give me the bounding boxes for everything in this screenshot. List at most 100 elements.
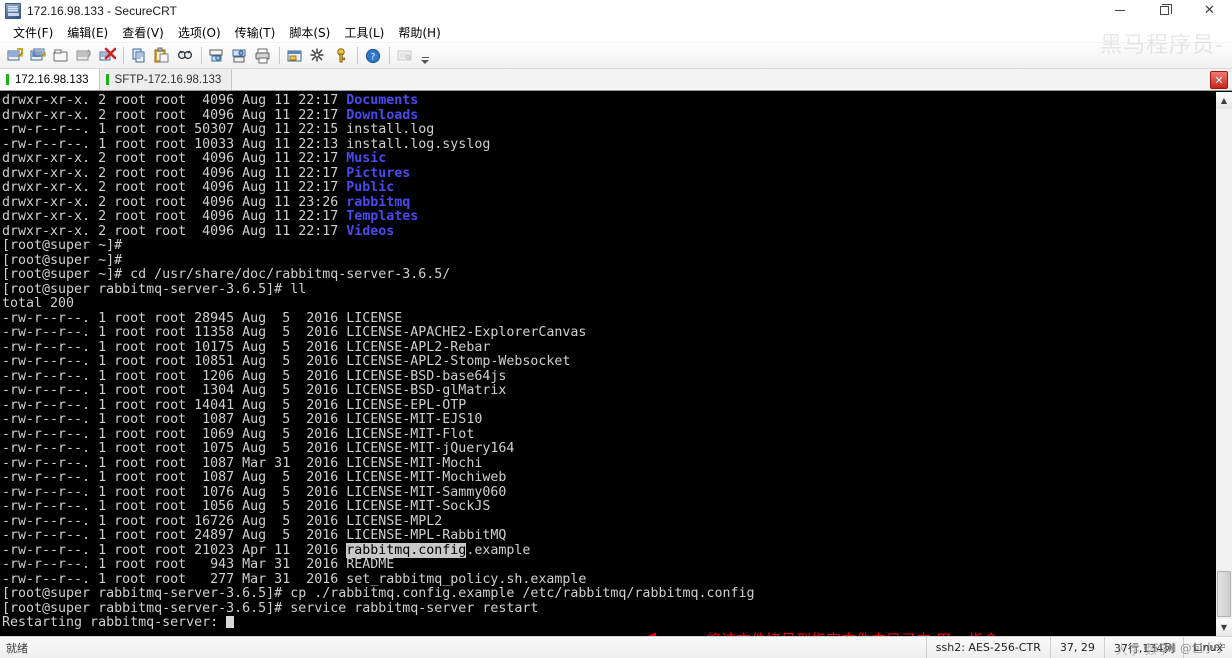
menu-help[interactable]: 帮助(H) [391, 22, 447, 43]
title-bar: 172.16.98.133 - SecureCRT ✕ [0, 0, 1232, 22]
terminal-text: -rw-r--r--. 1 root root 21023 Apr 11 201… [2, 542, 347, 558]
toolbar-overflow-button[interactable] [419, 45, 431, 67]
tab-label: 172.16.98.133 [15, 73, 89, 86]
menu-script[interactable]: 脚本(S) [282, 22, 337, 43]
terminal-line: drwxr-xr-x. 2 root root 4096 Aug 11 22:1… [2, 165, 1215, 182]
session-options-icon[interactable] [284, 45, 306, 67]
toolbar-separator [357, 47, 358, 64]
toolbar-separator [201, 47, 202, 64]
tab-close-button[interactable]: ✕ [1210, 71, 1228, 89]
terminal-text: drwxr-xr-x. 2 root root 4096 Aug 11 22:1… [2, 93, 347, 108]
new-session-icon[interactable] [4, 45, 26, 67]
help-icon[interactable]: ? [362, 45, 384, 67]
terminal-text: drwxr-xr-x. 2 root root 4096 Aug 11 22:1… [2, 180, 347, 195]
terminal-area: drwxr-xr-x. 2 root root 4096 Aug 11 22:1… [0, 91, 1232, 636]
tab-status-indicator-icon [105, 74, 109, 85]
terminal-line: drwxr-xr-x. 2 root root 4096 Aug 11 22:1… [2, 93, 1215, 109]
menu-file[interactable]: 文件(F) [6, 22, 60, 43]
find-icon[interactable] [174, 45, 196, 67]
terminal-line: -rw-r--r--. 1 root root 1069 Aug 5 2016 … [2, 427, 1215, 443]
menu-options[interactable]: 选项(O) [171, 22, 228, 43]
terminal-text: drwxr-xr-x. 2 root root 4096 Aug 11 22:1… [2, 223, 347, 239]
terminal-text: -rw-r--r--. 1 root root 1076 Aug 5 2016 … [2, 484, 507, 500]
terminal-line: [root@super rabbitmq-server-3.6.5]# serv… [2, 600, 1215, 617]
securecrt-window: 172.16.98.133 - SecureCRT ✕ 文件(F) 编辑(E) … [0, 0, 1232, 658]
menu-edit[interactable]: 编辑(E) [60, 22, 115, 43]
terminal-text: -rw-r--r--. 1 root root 10175 Aug 5 2016… [2, 339, 491, 355]
terminal-text: [root@super ~]# [2, 252, 123, 268]
terminal-line: -rw-r--r--. 1 root root 1087 Mar 31 2016… [2, 456, 1215, 472]
clone-session-icon[interactable] [27, 45, 49, 67]
print-screen-icon[interactable] [206, 45, 228, 67]
copy-icon[interactable] [128, 45, 150, 67]
terminal-line: -rw-r--r--. 1 root root 10033 Aug 11 22:… [2, 136, 1215, 153]
terminal-scrollbar[interactable]: ▲ ▼ [1215, 92, 1232, 636]
tab-label: SFTP-172.16.98.133 [114, 73, 222, 86]
status-bar: 就绪 ssh2: AES-256-CTR 37, 29 37行,134列 Lin… [0, 636, 1232, 658]
menu-transfer[interactable]: 传输(T) [228, 22, 283, 43]
window-controls: ✕ [1097, 0, 1232, 22]
terminal-text: -rw-r--r--. 1 root root 50307 Aug 11 22:… [2, 122, 435, 137]
terminal-text: -rw-r--r--. 1 root root 14041 Aug 5 2016… [2, 397, 467, 413]
menu-tools[interactable]: 工具(L) [337, 22, 391, 43]
key-icon[interactable] [330, 45, 352, 67]
terminal-text: -rw-r--r--. 1 root root 277 Mar 31 2016 … [2, 571, 587, 587]
terminal-line: drwxr-xr-x. 2 root root 4096 Aug 11 22:1… [2, 223, 1215, 240]
terminal-output[interactable]: drwxr-xr-x. 2 root root 4096 Aug 11 22:1… [0, 92, 1215, 636]
terminal-line: -rw-r--r--. 1 root root 11358 Aug 5 2016… [2, 325, 1215, 341]
maximize-button[interactable] [1142, 0, 1187, 22]
minimize-button[interactable] [1097, 0, 1142, 22]
terminal-text: -rw-r--r--. 1 root root 10033 Aug 11 22:… [2, 136, 491, 152]
scroll-up-button[interactable]: ▲ [1216, 92, 1232, 109]
terminal-text: drwxr-xr-x. 2 root root 4096 Aug 11 23:2… [2, 194, 347, 210]
terminal-text: -rw-r--r--. 1 root root 24897 Aug 5 2016… [2, 528, 507, 543]
terminal-text: -rw-r--r--. 1 root root 1056 Aug 5 2016 … [2, 499, 491, 514]
status-ready-label: 就绪 [6, 641, 28, 655]
disconnect-icon[interactable] [96, 45, 118, 67]
tab-close-icon: ✕ [1214, 73, 1224, 87]
terminal-text: drwxr-xr-x. 2 root root 4096 Aug 11 22:1… [2, 209, 347, 224]
terminal-cursor [226, 616, 235, 628]
reconnect-icon[interactable] [73, 45, 95, 67]
terminal-directory-name: Videos [346, 223, 395, 239]
terminal-line: drwxr-xr-x. 2 root root 4096 Aug 11 22:1… [2, 151, 1215, 167]
scrollbar-track[interactable] [1216, 109, 1232, 619]
terminal-line: drwxr-xr-x. 2 root root 4096 Aug 11 23:2… [2, 194, 1215, 211]
window-title: 172.16.98.133 - SecureCRT [27, 3, 177, 18]
securecrt-app-icon [5, 2, 21, 19]
terminal-line: [root@super ~]# [2, 238, 1215, 254]
menu-view[interactable]: 查看(V) [115, 22, 171, 43]
scrollbar-thumb[interactable] [1217, 571, 1231, 617]
terminal-line: -rw-r--r--. 1 root root 14041 Aug 5 2016… [2, 397, 1215, 414]
terminal-line: -rw-r--r--. 1 root root 1056 Aug 5 2016 … [2, 499, 1215, 515]
terminal-text: drwxr-xr-x. 2 root root 4096 Aug 11 22:1… [2, 151, 347, 166]
terminal-directory-name: Music [346, 151, 387, 166]
terminal-text: -rw-r--r--. 1 root root 1075 Aug 5 2016 … [2, 441, 515, 456]
terminal-line: -rw-r--r--. 1 root root 10175 Aug 5 2016… [2, 339, 1215, 356]
close-button[interactable]: ✕ [1187, 0, 1232, 22]
global-options-icon[interactable] [307, 45, 329, 67]
terminal-text: [root@super ~]# [2, 238, 123, 253]
terminal-text: [root@super rabbitmq-server-3.6.5]# serv… [2, 600, 539, 616]
terminal-line: -rw-r--r--. 1 root root 28945 Aug 5 2016… [2, 311, 1215, 327]
terminal-text: -rw-r--r--. 1 root root 16726 Aug 5 2016… [2, 513, 443, 529]
terminal-text: -rw-r--r--. 1 root root 1087 Aug 5 2016 … [2, 470, 507, 485]
terminal-text: -rw-r--r--. 1 root root 943 Mar 31 2016 … [2, 557, 395, 572]
status-cipher: ssh2: AES-256-CTR [925, 637, 1050, 658]
terminal-text: drwxr-xr-x. 2 root root 4096 Aug 11 22:1… [2, 165, 347, 181]
log-session-icon[interactable] [229, 45, 251, 67]
terminal-directory-name: Documents [346, 93, 419, 108]
maximize-icon [1160, 4, 1172, 15]
terminal-line: -rw-r--r--. 1 root root 1075 Aug 5 2016 … [2, 441, 1215, 457]
print-icon[interactable] [252, 45, 274, 67]
paste-icon[interactable] [151, 45, 173, 67]
terminal-line: -rw-r--r--. 1 root root 24897 Aug 5 2016… [2, 528, 1215, 544]
scroll-down-button[interactable]: ▼ [1216, 619, 1232, 636]
tab-ssh-session[interactable]: 172.16.98.133 [0, 69, 100, 90]
new-tab-icon[interactable] [50, 45, 72, 67]
terminal-line: -rw-r--r--. 1 root root 277 Mar 31 2016 … [2, 571, 1215, 588]
svg-text:?: ? [371, 52, 376, 62]
toolbar: ? 黑马程序员- [0, 33, 1232, 69]
terminal-line: [root@super rabbitmq-server-3.6.5]# cp .… [2, 586, 1215, 602]
tab-sftp-session[interactable]: SFTP-172.16.98.133 [99, 69, 233, 90]
